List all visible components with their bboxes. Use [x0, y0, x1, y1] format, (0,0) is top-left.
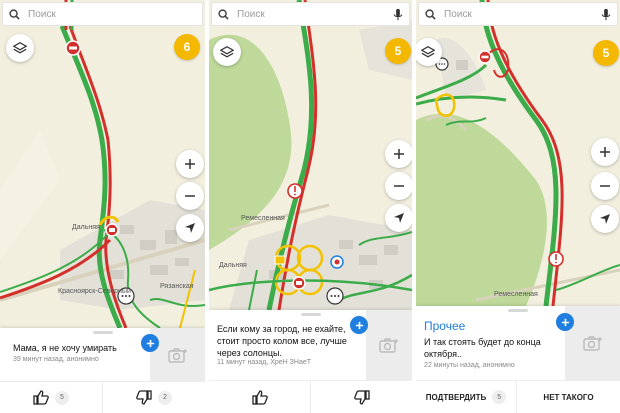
- my-location-button[interactable]: [385, 204, 412, 232]
- map-street-label: Ремесленная: [494, 291, 538, 298]
- vote-bar: 5 2: [0, 381, 205, 413]
- screen-2: Ремесленная Дальняя Поиск 5 Если кому за…: [209, 0, 412, 413]
- search-bar[interactable]: Поиск: [211, 2, 410, 26]
- zoom-in-button[interactable]: [176, 150, 204, 178]
- my-location-button[interactable]: [591, 205, 619, 233]
- deny-label: НЕТ ТАКОГО: [543, 392, 594, 402]
- report-meta: 22 минуты назад, анонимно: [424, 362, 515, 369]
- confirm-label: ПОДТВЕРДИТЬ: [425, 392, 487, 402]
- my-location-button[interactable]: [176, 214, 204, 242]
- search-icon: [425, 8, 436, 20]
- plus-icon: [146, 339, 154, 347]
- report-meta: 11 минут назад, ХреН ЗНаеТ: [217, 359, 312, 366]
- search-bar[interactable]: Поиск: [2, 2, 203, 26]
- search-icon: [9, 8, 20, 20]
- camera-plus-icon: [582, 336, 602, 351]
- confirm-bar: ПОДТВЕРДИТЬ 5 НЕТ ТАКОГО: [416, 380, 620, 413]
- zoom-out-button[interactable]: [176, 182, 204, 210]
- map-street-label: Рязанская: [160, 283, 194, 290]
- events-count-badge[interactable]: 6: [174, 34, 200, 60]
- deny-button[interactable]: НЕТ ТАКОГО: [516, 381, 620, 413]
- report-category: Прочее: [424, 319, 466, 333]
- search-input[interactable]: Поиск: [28, 9, 196, 20]
- layers-button[interactable]: [6, 34, 34, 62]
- add-photo-button[interactable]: [366, 310, 412, 380]
- layers-icon: [421, 46, 435, 58]
- report-meta: 39 минут назад, анонимно: [13, 356, 99, 363]
- zoom-out-button[interactable]: [591, 172, 619, 200]
- screen-1: Дальняя Красноярск-Северный Рязанская По…: [0, 0, 205, 413]
- map-street-label: Дальняя: [72, 224, 100, 231]
- layers-icon: [13, 42, 27, 54]
- sheet-handle[interactable]: [300, 313, 321, 316]
- vote-bar: [209, 380, 412, 413]
- add-photo-button[interactable]: [565, 306, 620, 380]
- events-count-badge[interactable]: 5: [593, 40, 619, 66]
- layers-button[interactable]: [213, 38, 241, 66]
- map-street-label: Дальняя: [219, 262, 247, 269]
- search-bar[interactable]: Поиск: [418, 2, 618, 26]
- confirm-button[interactable]: ПОДТВЕРДИТЬ 5: [416, 381, 516, 413]
- sheet-handle[interactable]: [92, 331, 113, 334]
- zoom-in-button[interactable]: [591, 138, 619, 166]
- events-count-badge[interactable]: 5: [385, 38, 411, 64]
- thumb-up-icon: [251, 389, 268, 405]
- add-comment-button[interactable]: [556, 313, 574, 331]
- plus-icon: [561, 318, 569, 326]
- map-street-label: Красноярск-Северный: [58, 288, 131, 295]
- navigation-arrow-icon: [394, 213, 404, 223]
- microphone-icon[interactable]: [601, 8, 611, 21]
- plus-icon: [355, 321, 363, 329]
- add-photo-button[interactable]: [150, 328, 205, 381]
- navigation-arrow-icon: [600, 214, 610, 224]
- add-comment-button[interactable]: [141, 334, 159, 352]
- minus-icon: [394, 185, 404, 187]
- camera-plus-icon: [167, 347, 187, 363]
- thumb-down-icon: [353, 389, 370, 405]
- report-message: Если кому за город, не ехайте, стоит про…: [217, 324, 347, 358]
- like-button[interactable]: [209, 381, 310, 413]
- report-card[interactable]: Если кому за город, не ехайте, стоит про…: [209, 310, 412, 380]
- search-icon: [218, 8, 229, 20]
- dislike-button[interactable]: 2: [102, 382, 205, 413]
- plus-icon: [394, 149, 404, 159]
- confirm-count: 5: [492, 390, 507, 404]
- report-message: И так стоять будет до конца октября..: [424, 337, 541, 359]
- like-button[interactable]: 5: [0, 382, 102, 413]
- minus-icon: [600, 185, 610, 187]
- screen-3: Ремесленная Поиск 5 Прочее И так стоять …: [416, 0, 620, 413]
- thumb-up-icon: [33, 390, 49, 405]
- map-street-label: Ремесленная: [241, 215, 285, 222]
- navigation-arrow-icon: [185, 223, 195, 233]
- traffic-map[interactable]: [416, 0, 620, 306]
- zoom-in-button[interactable]: [385, 140, 412, 168]
- plus-icon: [600, 147, 610, 157]
- dislike-count: 2: [158, 390, 172, 405]
- search-input[interactable]: Поиск: [444, 9, 601, 20]
- thumb-down-icon: [136, 390, 152, 405]
- plus-icon: [185, 159, 195, 169]
- camera-plus-icon: [379, 338, 398, 353]
- report-card[interactable]: Прочее И так стоять будет до конца октяб…: [416, 306, 620, 380]
- minus-icon: [185, 195, 195, 197]
- add-comment-button[interactable]: [350, 316, 368, 334]
- search-input[interactable]: Поиск: [237, 9, 393, 20]
- report-message: Мама, я не хочу умирать: [13, 343, 117, 353]
- microphone-icon[interactable]: [393, 8, 403, 21]
- like-count: 5: [55, 390, 69, 405]
- sheet-handle[interactable]: [508, 309, 528, 312]
- layers-icon: [220, 46, 234, 58]
- dislike-button[interactable]: [310, 381, 412, 413]
- report-card[interactable]: Мама, я не хочу умирать 39 минут назад, …: [0, 328, 205, 381]
- zoom-out-button[interactable]: [385, 172, 412, 200]
